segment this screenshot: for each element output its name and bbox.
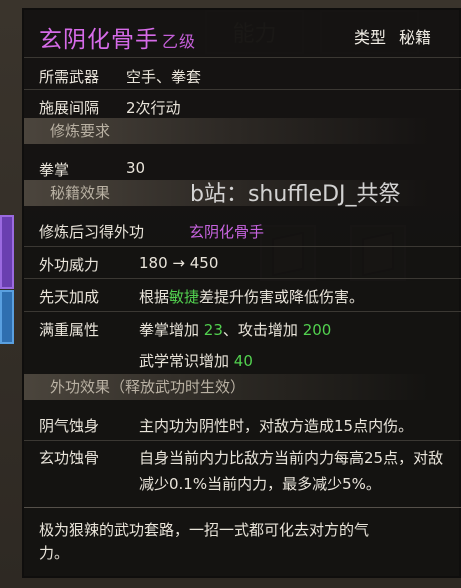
full-stat-1: 拳掌增加 [139, 321, 200, 339]
section-external: 外功效果（释放武功时生效） [24, 374, 429, 400]
full-stat-2-value: 200 [302, 321, 332, 339]
divider [24, 507, 461, 508]
full-stat-3-value: 40 [233, 352, 253, 370]
weapon-value: 空手、拳套 [126, 68, 202, 86]
effect2-line1: 自身当前内力比敌方当前内力每高25点，对敌 [139, 449, 444, 467]
power-value: 180 → 450 [139, 254, 219, 272]
divider [24, 311, 461, 312]
full-row-2: 武学常识增加 40 [139, 350, 253, 371]
innate-post: 差提升伤害或降低伤害。 [199, 288, 365, 306]
innate-attribute: 敏捷 [169, 288, 200, 306]
interval-row: 施展间隔 2次行动 [39, 97, 181, 118]
item-tooltip: 玄阴化骨手 乙级 类型 秘籍 所需武器 空手、拳套 施展间隔 2次行动 修炼要求 … [22, 8, 461, 578]
divider [24, 278, 461, 279]
effect2-line2: 减少0.1%当前内力，最多减少5%。 [139, 475, 381, 493]
learn-label: 修炼后习得外功 [39, 223, 145, 241]
description-line2: 力。 [39, 544, 70, 562]
divider [24, 89, 461, 90]
watermark: b站：shuffleDJ_共祭 [190, 182, 401, 207]
description-line1: 极为狠辣的武功套路，一招一式都可化去对方的气 [39, 521, 370, 539]
full-stat-3: 武学常识增加 [139, 352, 230, 370]
side-highlight [0, 215, 14, 289]
learn-value: 玄阴化骨手 [189, 223, 265, 241]
full-label: 满重属性 [39, 321, 100, 339]
innate-row: 先天加成 根据敏捷差提升伤害或降低伤害。 [39, 286, 364, 307]
effect1-text: 主内功为阴性时，对敌方造成15点内伤。 [139, 417, 414, 435]
full-stat-2: 、攻击增加 [222, 321, 298, 339]
type-value: 秘籍 [399, 28, 432, 47]
interval-label: 施展间隔 [39, 99, 100, 117]
innate-pre: 根据 [139, 288, 170, 306]
innate-label: 先天加成 [39, 288, 100, 306]
item-grade: 乙级 [162, 32, 197, 51]
power-row: 外功威力 180 → 450 [39, 254, 218, 275]
requirement-value: 30 [126, 159, 146, 177]
effect2-row: 玄功蚀骨 自身当前内力比敌方当前内力每高25点，对敌 [39, 447, 443, 468]
item-title: 玄阴化骨手 乙级 [39, 20, 196, 54]
section-requirement: 修炼要求 [24, 118, 429, 144]
full-row: 满重属性 拳掌增加 23、攻击增加 200 [39, 319, 331, 340]
item-name: 玄阴化骨手 [39, 27, 159, 53]
weapon-label: 所需武器 [39, 68, 100, 86]
divider [24, 57, 461, 58]
divider [24, 246, 461, 247]
side-highlight-blue [0, 290, 14, 344]
weapon-row: 所需武器 空手、拳套 [39, 66, 201, 87]
effect1-row: 阴气蚀身 主内功为阴性时，对敌方造成15点内伤。 [39, 415, 413, 436]
interval-value: 2次行动 [126, 99, 181, 117]
full-stat-1-value: 23 [203, 321, 223, 339]
type-label: 类型 [354, 28, 387, 47]
divider [24, 440, 461, 441]
requirement-row: 拳掌 30 [39, 159, 145, 180]
power-label: 外功威力 [39, 256, 100, 274]
effect2-label: 玄功蚀骨 [39, 449, 100, 467]
requirement-label: 拳掌 [39, 161, 70, 179]
learn-row: 修炼后习得外功 玄阴化骨手 [39, 221, 264, 242]
effect1-label: 阴气蚀身 [39, 417, 100, 435]
